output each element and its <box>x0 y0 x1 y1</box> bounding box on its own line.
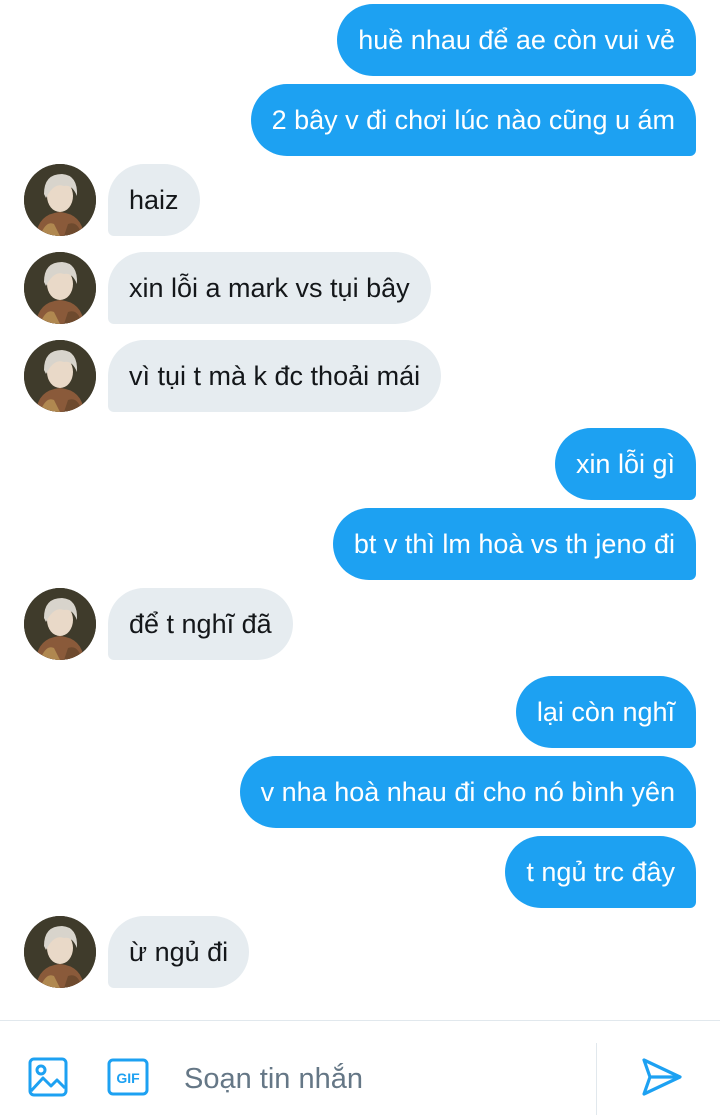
message-bubble[interactable]: 2 bây v đi chơi lúc nào cũng u ám <box>250 84 696 156</box>
message-bubble[interactable]: xin lỗi gì <box>554 428 696 500</box>
gif-icon: GIF <box>107 1058 149 1096</box>
message-bubble[interactable]: haiz <box>108 164 200 236</box>
add-gif-button[interactable]: GIF <box>106 1055 150 1099</box>
sent-message: v nha hoà nhau đi cho nó bình yên <box>239 756 696 828</box>
sent-message: t ngủ trc đây <box>505 836 696 908</box>
avatar-image <box>24 588 96 660</box>
message-bubble[interactable]: để t nghĩ đã <box>108 588 293 660</box>
sent-message: 2 bây v đi chơi lúc nào cũng u ám <box>250 84 696 156</box>
image-icon <box>28 1057 68 1097</box>
message-bubble[interactable]: v nha hoà nhau đi cho nó bình yên <box>239 756 696 828</box>
avatar[interactable] <box>24 916 96 988</box>
message-bubble[interactable]: vì tụi t mà k đc thoải mái <box>108 340 442 412</box>
message-bubble[interactable]: lại còn nghĩ <box>515 676 696 748</box>
message-composer: GIF <box>0 1020 720 1115</box>
received-message: haiz <box>24 164 200 236</box>
received-message: vì tụi t mà k đc thoải mái <box>24 340 442 412</box>
sent-message: huề nhau để ae còn vui vẻ <box>337 4 696 76</box>
avatar-image <box>24 340 96 412</box>
sent-message: xin lỗi gì <box>554 428 696 500</box>
avatar-image <box>24 164 96 236</box>
sent-message: lại còn nghĩ <box>515 676 696 748</box>
send-icon <box>642 1058 682 1096</box>
message-bubble[interactable]: huề nhau để ae còn vui vẻ <box>337 4 696 76</box>
add-media-button[interactable] <box>26 1055 70 1099</box>
message-thread[interactable]: huề nhau để ae còn vui vẻ 2 bây v đi chơ… <box>0 0 720 1020</box>
received-message: để t nghĩ đã <box>24 588 293 660</box>
avatar[interactable] <box>24 252 96 324</box>
received-message: xin lỗi a mark vs tụi bây <box>24 252 431 324</box>
avatar-image <box>24 916 96 988</box>
message-bubble[interactable]: t ngủ trc đây <box>505 836 696 908</box>
received-message: ừ ngủ đi <box>24 916 250 988</box>
avatar[interactable] <box>24 340 96 412</box>
send-button[interactable] <box>640 1055 684 1099</box>
message-bubble[interactable]: bt v thì lm hoà vs th jeno đi <box>332 508 696 580</box>
avatar-image <box>24 252 96 324</box>
avatar[interactable] <box>24 164 96 236</box>
sent-message: bt v thì lm hoà vs th jeno đi <box>332 508 696 580</box>
message-input[interactable] <box>184 1057 584 1101</box>
message-bubble[interactable]: ừ ngủ đi <box>108 916 250 988</box>
message-bubble[interactable]: xin lỗi a mark vs tụi bây <box>108 252 431 324</box>
gif-label: GIF <box>116 1070 140 1086</box>
composer-divider <box>596 1043 597 1115</box>
avatar[interactable] <box>24 588 96 660</box>
